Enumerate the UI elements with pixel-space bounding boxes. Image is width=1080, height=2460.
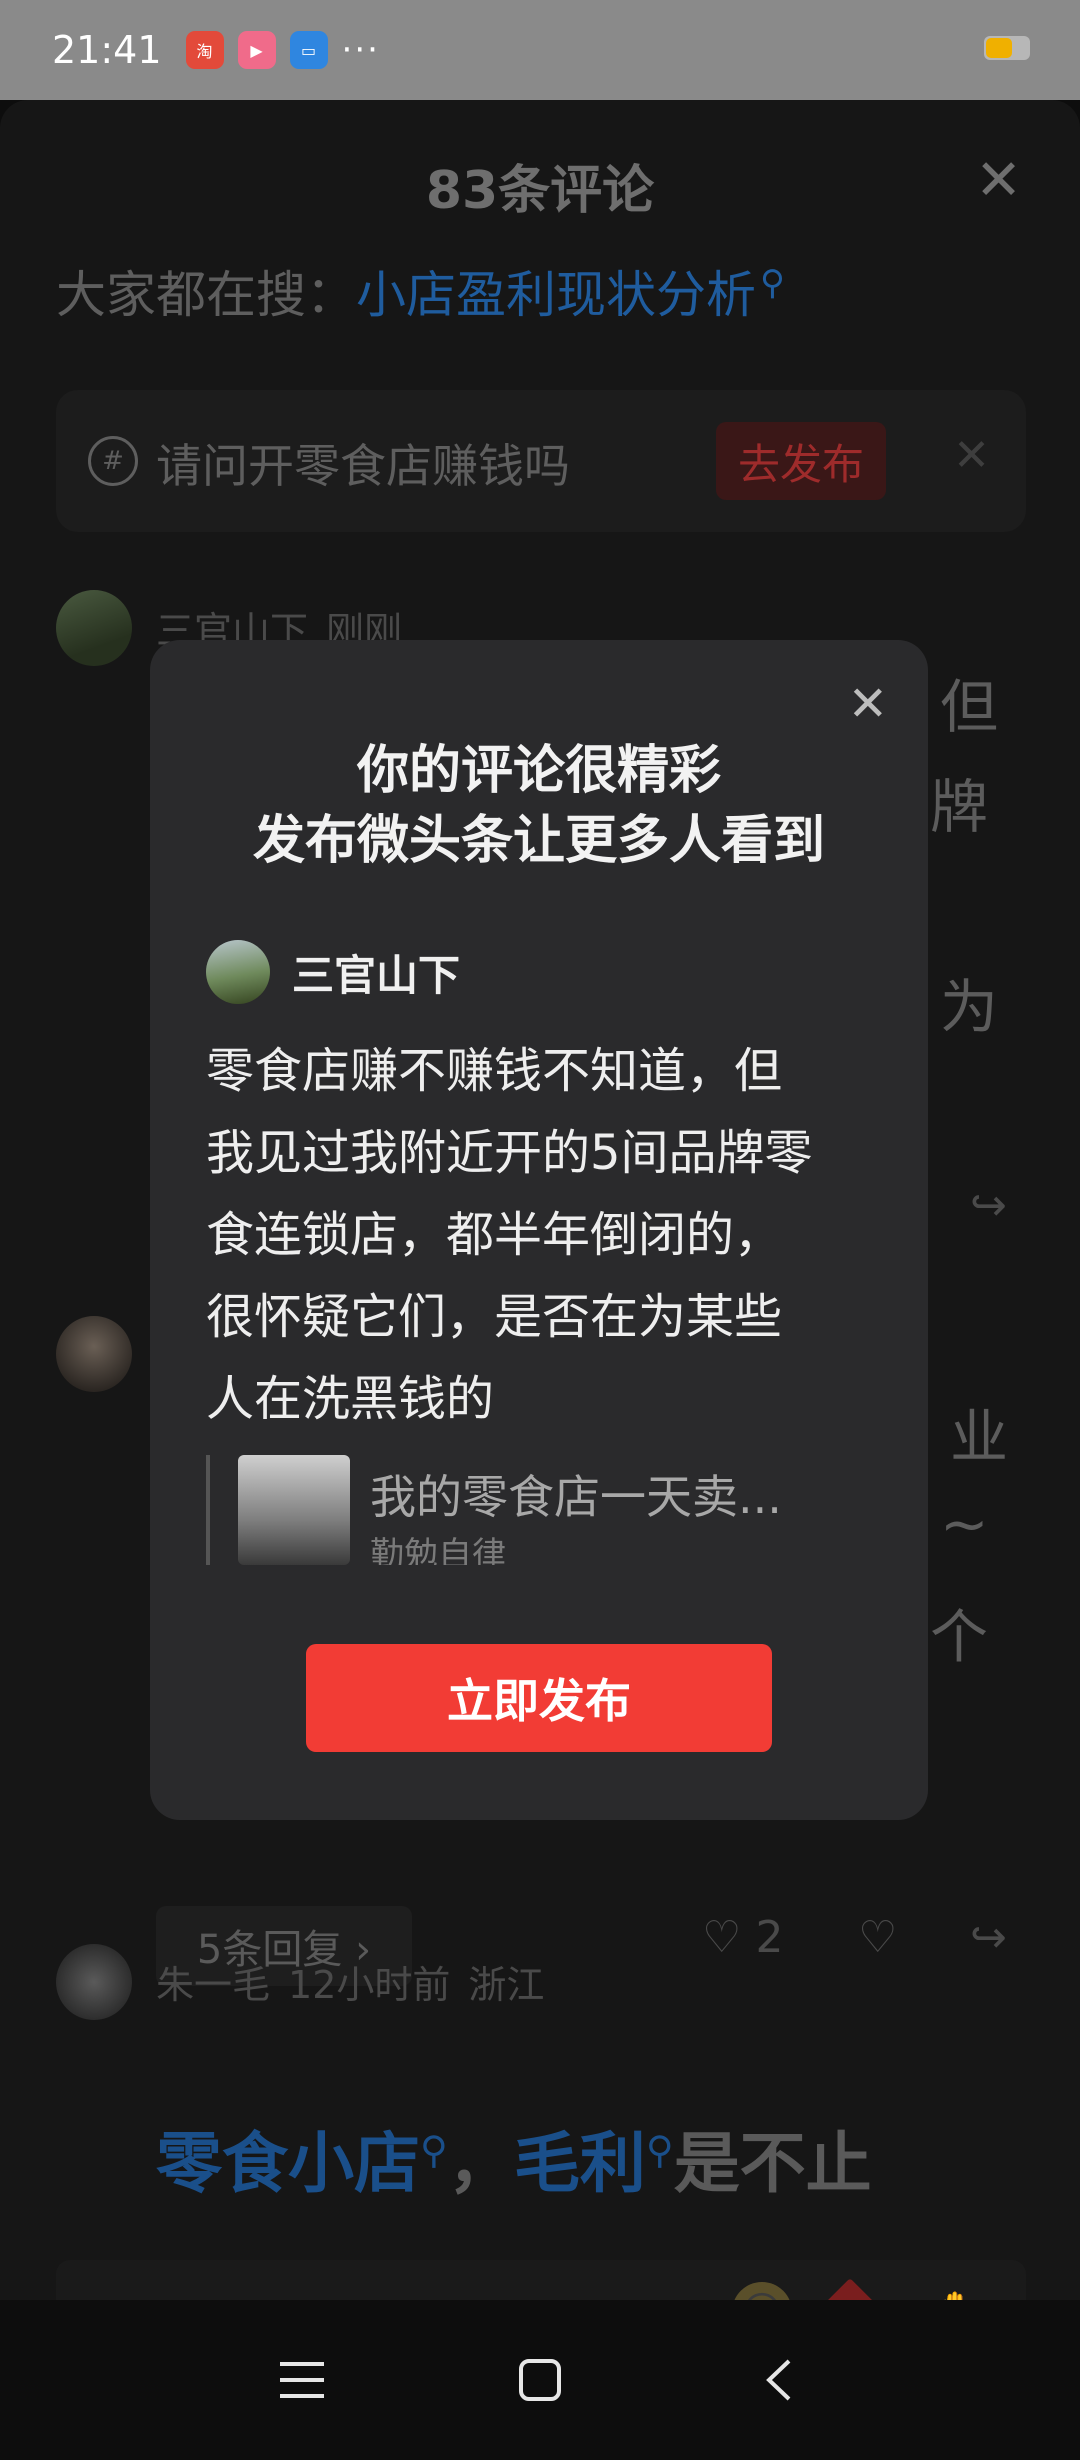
taobao-icon: 淘	[185, 31, 224, 69]
comment-item: 三官山下 刚刚	[56, 590, 402, 666]
video-thumbnail	[238, 1455, 350, 1565]
menu-icon[interactable]	[272, 2350, 332, 2410]
avatar	[206, 940, 270, 1004]
go-publish-button[interactable]: 去发布	[716, 422, 886, 500]
keyword-link[interactable]: 零食小店	[156, 2125, 420, 2202]
quoted-video: 我的零食店一天卖... 勤勉自律	[206, 1455, 866, 1565]
sheet-title: 83条评论	[425, 161, 655, 221]
modal-body-line: 人在洗黑钱的	[206, 1371, 495, 1427]
modal-body-line: 食连锁店，都半年倒闭的，	[206, 1207, 783, 1263]
hashtag-icon: #	[88, 436, 138, 486]
status-bar: 21:41 淘 ▶ ▭ ···	[0, 0, 1080, 100]
comment-text-fragment: 个	[930, 1603, 989, 1671]
quoted-video-author: 勤勉自律	[370, 1535, 506, 1565]
heart-icon: ♡	[702, 1912, 742, 1963]
comment-text-fragment: 是不止	[673, 2125, 872, 2202]
hot-search-label: 大家都在搜：	[56, 266, 356, 324]
hot-search: 大家都在搜：小店盈利现状分析 ⚲	[56, 255, 785, 327]
quoted-video-title: 我的零食店一天卖...	[370, 1470, 782, 1524]
modal-body-line: 零食店赚不赚钱不知道，但	[206, 1043, 783, 1099]
back-icon[interactable]	[748, 2350, 808, 2410]
search-icon: ⚲	[645, 2128, 674, 2172]
like-button[interactable]: ♡ 2	[702, 1912, 783, 1963]
avatar[interactable]	[56, 1316, 132, 1392]
dislike-heart-icon[interactable]: ♡	[858, 1912, 897, 1963]
hot-search-link[interactable]: 小店盈利现状分析	[356, 266, 756, 324]
modal-comment-body: 零食店赚不赚钱不知道，但 我见过我附近开的5间品牌零 食连锁店，都半年倒闭的， …	[206, 1030, 886, 1440]
like-count: 2	[755, 1912, 784, 1963]
modal-body-line: 很怀疑它们，是否在为某些	[206, 1289, 783, 1345]
comment-text-fragment: 业	[950, 1403, 1009, 1471]
comment-body: 零食小店⚲，毛利⚲是不止	[156, 2110, 872, 2206]
comment-text-fragment: 但	[940, 673, 999, 741]
comment-location: 浙江	[468, 1963, 545, 2007]
share-icon[interactable]: ↪	[970, 1180, 1007, 1231]
home-icon[interactable]	[510, 2350, 570, 2410]
modal-title-line: 发布微头条让更多人看到	[252, 811, 825, 871]
battery-icon	[984, 36, 1030, 60]
publish-now-button[interactable]: 立即发布	[306, 1644, 772, 1752]
modal-title: 你的评论很精彩 发布微头条让更多人看到	[150, 736, 928, 876]
avatar[interactable]	[56, 590, 132, 666]
dismiss-icon[interactable]: ✕	[953, 430, 990, 481]
comment-item	[56, 1316, 132, 1392]
comment-separator: ，	[447, 2125, 514, 2202]
system-nav-bar	[0, 2300, 1080, 2460]
comment-meta: 朱一毛 12小时前 浙江	[156, 1954, 544, 2009]
share-icon[interactable]: ↪	[970, 1912, 1007, 1963]
close-icon[interactable]: ✕	[975, 148, 1022, 213]
modal-body-line: 我见过我附近开的5间品牌零	[206, 1125, 813, 1181]
keyword-link[interactable]: 毛利	[514, 2125, 646, 2202]
modal-user: 三官山下	[206, 940, 460, 1004]
comment-text-fragment: ~	[940, 1490, 989, 1558]
comment-text-fragment: 为	[940, 973, 999, 1041]
modal-title-line: 你的评论很精彩	[356, 741, 721, 801]
publish-promo-modal: ✕ 你的评论很精彩 发布微头条让更多人看到 三官山下 零食店赚不赚钱不知道，但 …	[150, 640, 928, 1820]
video-play-icon: ▶	[237, 31, 276, 69]
status-app-icons: 淘 ▶ ▭	[185, 31, 328, 69]
status-indicators	[984, 36, 1030, 60]
search-icon: ⚲	[420, 2128, 448, 2172]
comment-author[interactable]: 朱一毛	[156, 1963, 270, 2007]
comment-time: 12小时前	[288, 1963, 451, 2007]
topic-prompt-card: # 请问开零食店赚钱吗 去发布 ✕	[56, 390, 1026, 532]
avatar[interactable]	[56, 1944, 132, 2020]
comment-text-fragment: 牌	[930, 773, 989, 841]
status-time: 21:41	[52, 28, 162, 72]
topic-prompt-text[interactable]: 请问开零食店赚钱吗	[156, 430, 570, 496]
close-icon[interactable]: ✕	[848, 676, 888, 732]
modal-username: 三官山下	[292, 950, 461, 1000]
search-icon: ⚲	[760, 263, 785, 304]
comment-item: 朱一毛 12小时前 浙江	[56, 1944, 544, 2020]
overflow-icon: ···	[341, 30, 380, 70]
wallet-icon: ▭	[289, 31, 328, 69]
